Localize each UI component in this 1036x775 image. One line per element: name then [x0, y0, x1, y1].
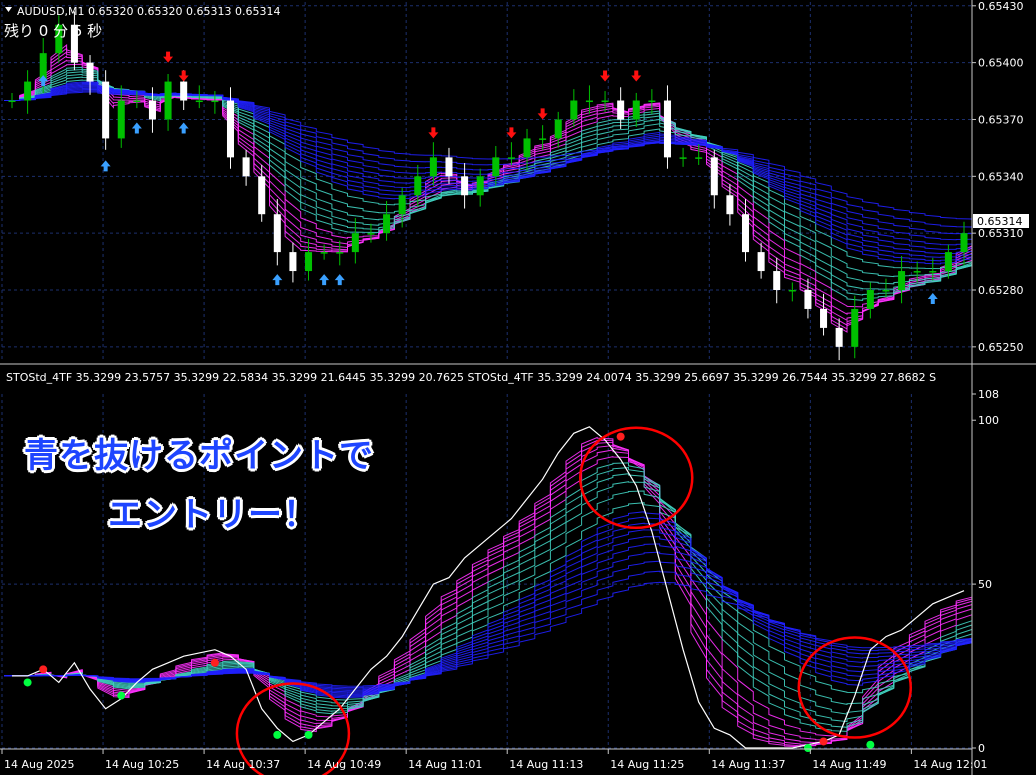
time-tick-label: 14 Aug 11:37: [711, 758, 785, 771]
candle-body: [835, 327, 843, 347]
countdown-timer: 残り 0 分 5 秒: [4, 22, 102, 40]
price-tick-label: 0.65310: [978, 227, 1024, 240]
candle-body: [570, 100, 578, 120]
candle-body: [336, 252, 344, 254]
candle-body: [585, 100, 593, 103]
candle-body: [242, 157, 250, 177]
trading-chart[interactable]: 0.65430 0.65400 0.65370 0.65340 0.65310 0.652…: [0, 0, 1036, 775]
price-tick-label: 0.65280: [978, 284, 1024, 297]
osc-tick-label: 100: [978, 414, 999, 427]
candle-body: [820, 308, 828, 328]
candle-body: [913, 271, 921, 273]
candle-body: [226, 100, 235, 158]
candle-body: [960, 233, 968, 253]
candle-body: [929, 271, 937, 273]
time-tick-label: 14 Aug 11:01: [408, 758, 482, 771]
price-tick-label: 0.65370: [978, 113, 1024, 126]
candle-body: [679, 157, 687, 159]
candle-body: [726, 195, 734, 215]
candle-body: [445, 157, 453, 177]
candle-body: [710, 157, 718, 196]
candle-body: [648, 100, 656, 103]
candle-body: [367, 233, 375, 235]
candle-body: [164, 81, 172, 120]
candle-body: [523, 138, 531, 158]
time-tick-label: 14 Aug 10:25: [105, 758, 179, 771]
time-tick-label: 14 Aug 12:01: [913, 758, 987, 771]
candle-body: [601, 100, 609, 103]
green-signal-dot: [304, 730, 313, 739]
candle-body: [398, 195, 406, 215]
candle-body: [507, 157, 515, 159]
candle-body: [102, 81, 110, 139]
red-signal-dot: [39, 665, 48, 674]
red-signal-dot: [819, 737, 828, 746]
candle-body: [148, 100, 156, 120]
time-tick-label: 14 Aug 11:13: [509, 758, 583, 771]
time-tick-label: 14 Aug 11:25: [610, 758, 684, 771]
time-tick-label: 14 Aug 11:49: [812, 758, 886, 771]
candle-body: [476, 176, 484, 196]
green-signal-dot: [273, 730, 282, 739]
time-tick-label: 14 Aug 10:49: [307, 758, 381, 771]
candle-body: [632, 100, 640, 120]
candle-body: [554, 119, 562, 139]
symbol-header: AUDUSD,M1 0.65320 0.65320 0.65313 0.6531…: [5, 5, 280, 18]
candle-body: [86, 62, 94, 82]
candle-body: [383, 214, 391, 234]
time-tick-label: 14 Aug 10:37: [206, 758, 280, 771]
annotation-line-2: エントリー！: [108, 495, 318, 535]
red-signal-dot: [616, 432, 625, 441]
candle-body: [944, 252, 952, 272]
osc-tick-label: 108: [978, 388, 999, 401]
candle-body: [258, 176, 266, 215]
red-signal-dot: [210, 658, 219, 667]
green-signal-dot: [23, 678, 32, 687]
current-price-label: 0.65314: [977, 215, 1023, 228]
candle-body: [882, 290, 890, 292]
candle-body: [773, 271, 781, 290]
price-tick-label: 0.65430: [978, 0, 1024, 13]
candle-body: [289, 252, 297, 272]
candle-body: [539, 138, 547, 140]
green-signal-dot: [866, 740, 875, 749]
price-tick-label: 0.65340: [978, 170, 1024, 183]
candle-body: [273, 214, 281, 253]
price-tick-label: 0.65250: [978, 341, 1024, 354]
candle-body: [741, 214, 750, 253]
candle-body: [804, 290, 812, 309]
candle-body: [133, 100, 141, 103]
candle-body: [320, 252, 328, 254]
price-tick-label: 0.65400: [978, 57, 1024, 70]
candle-body: [788, 290, 796, 292]
symbol-header-text: AUDUSD,M1 0.65320 0.65320 0.65313 0.6531…: [17, 5, 280, 18]
annotation-line-1: 青を抜けるポイントで: [24, 436, 374, 476]
candle-body: [617, 100, 625, 120]
candle-body: [351, 233, 359, 253]
candle-body: [695, 157, 703, 159]
candle-body: [757, 252, 765, 272]
candle-body: [24, 81, 32, 101]
candle-body: [429, 157, 437, 177]
indicator-header-text: STOStd_4TF 35.3299 23.5757 35.3299 22.58…: [6, 371, 936, 384]
candle-body: [851, 308, 859, 347]
candle-body: [195, 100, 203, 103]
osc-tick-label: 0: [978, 742, 985, 755]
candle-body: [414, 176, 422, 196]
candle-body: [211, 100, 219, 103]
candle-body: [8, 100, 16, 103]
candle-body: [898, 271, 906, 290]
candle-body: [180, 81, 188, 101]
candle-body: [866, 290, 874, 309]
candle-body: [117, 100, 125, 139]
candle-body: [663, 100, 671, 158]
current-price-tag: 0.65314: [973, 214, 1029, 228]
time-tick-label: 14 Aug 2025: [4, 758, 74, 771]
green-signal-dot: [117, 691, 126, 700]
osc-tick-label: 50: [978, 578, 992, 591]
candle-body: [305, 252, 313, 272]
candle-body: [461, 176, 469, 196]
candle-body: [492, 157, 500, 177]
